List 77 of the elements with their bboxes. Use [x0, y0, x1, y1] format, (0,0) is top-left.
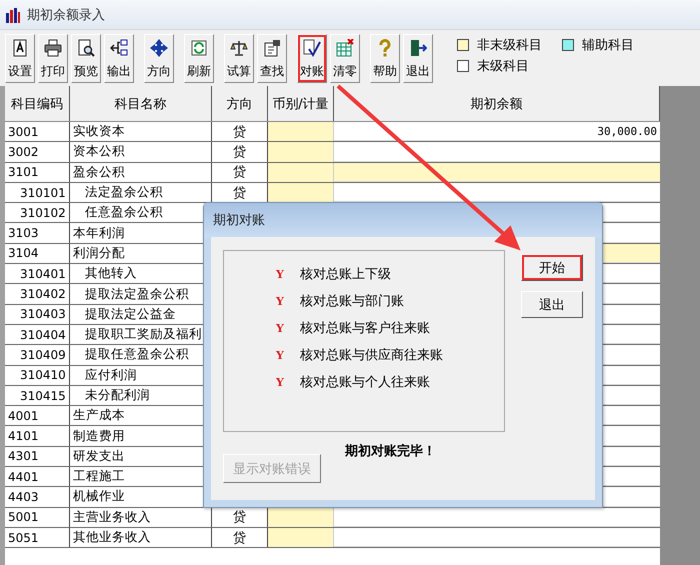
table-cell: 4001 [5, 406, 70, 426]
table-cell: 310402 [5, 284, 70, 304]
check-mark: Y [276, 376, 284, 388]
table-cell: 310404 [5, 324, 70, 344]
table-cell: 其他业务收入 [70, 528, 212, 548]
table-cell: 实收资本 [70, 122, 212, 142]
toolbar-button[interactable]: 输出 [104, 34, 134, 83]
dialog-title: 期初对账 [204, 203, 602, 237]
preview-icon [77, 39, 95, 57]
status-message: 期初对账完毕！ [345, 442, 436, 460]
table-cell: 310409 [5, 345, 70, 365]
table-cell: 4403 [5, 487, 70, 507]
check-label: 核对总账上下级 [300, 266, 391, 283]
exit-icon [409, 39, 427, 57]
legend-label: 非末级科目 [477, 37, 542, 54]
table-cell [268, 162, 334, 182]
window-title: 期初余额录入 [27, 6, 105, 24]
check-label: 核对总账与部门账 [300, 293, 404, 310]
check-mark: Y [276, 322, 284, 334]
column-header: 币别/计量 [268, 86, 334, 121]
table-cell: 资本公积 [70, 142, 212, 162]
toolbar-button[interactable]: 试算 [224, 34, 254, 83]
toolbar-button[interactable]: 对账 [297, 34, 327, 83]
find-icon [263, 39, 281, 57]
table-cell: 310403 [5, 304, 70, 324]
table-cell: 3001 [5, 122, 70, 142]
table-cell [268, 182, 334, 202]
legend-label: 辅助科目 [582, 37, 634, 54]
toolbar-button[interactable]: 刷新 [184, 34, 214, 83]
table-cell: 310415 [5, 386, 70, 406]
dialog-button[interactable]: 开始 [521, 254, 583, 281]
grid-clear-icon [336, 39, 354, 57]
export-icon [110, 39, 128, 57]
toolbar-button[interactable]: 帮助 [370, 34, 400, 83]
table-cell [268, 508, 334, 527]
toolbar-button[interactable]: 设置 [5, 34, 35, 83]
four-arrow-icon [150, 39, 168, 57]
legend-label: 末级科目 [477, 58, 529, 75]
dialog-button[interactable]: 退出 [521, 291, 583, 318]
toolbar-button[interactable]: 退出 [403, 34, 433, 83]
table-cell: 3002 [5, 142, 70, 162]
page-icon [11, 39, 29, 57]
toolbar-button[interactable]: 打印 [38, 34, 68, 83]
table-cell: 3104 [5, 244, 70, 264]
check-label: 核对总账与供应商往来账 [300, 347, 443, 364]
table-cell: 盈余公积 [70, 162, 212, 182]
check-label: 核对总账与个人往来账 [300, 374, 430, 391]
table-cell: 3101 [5, 162, 70, 182]
check-mark: Y [276, 268, 284, 280]
toolbar-button[interactable]: 查找 [257, 34, 287, 83]
toolbar-button[interactable]: 清零 [330, 34, 360, 83]
table-cell: 4101 [5, 426, 70, 446]
table-cell: 310102 [5, 203, 70, 222]
table-cell [268, 528, 334, 548]
toolbar-button[interactable]: 预览 [71, 34, 101, 83]
table-cell: 5001 [5, 508, 70, 527]
column-header: 科目名称 [70, 86, 212, 121]
check-mark: Y [276, 294, 284, 308]
table-cell: 4401 [5, 467, 70, 486]
table-cell [268, 142, 334, 162]
column-header: 科目编码 [5, 86, 70, 121]
check-mark: Y [276, 348, 284, 362]
toolbar-button[interactable]: 方向 [144, 34, 174, 83]
printer-icon [44, 39, 62, 57]
table-cell: 5051 [5, 528, 70, 548]
check-label: 核对总账与客户往来账 [300, 320, 430, 337]
table-cell: 3103 [5, 223, 70, 243]
app-icon [5, 6, 21, 22]
scale-icon [230, 39, 248, 57]
check-icon [303, 39, 321, 57]
table-cell: 4301 [5, 446, 70, 466]
table-cell: 310101 [5, 182, 70, 202]
table-cell [268, 122, 334, 142]
refresh-icon [190, 39, 208, 57]
column-header: 方向 [212, 86, 268, 121]
table-cell: 310410 [5, 366, 70, 385]
table-cell: 310401 [5, 264, 70, 284]
